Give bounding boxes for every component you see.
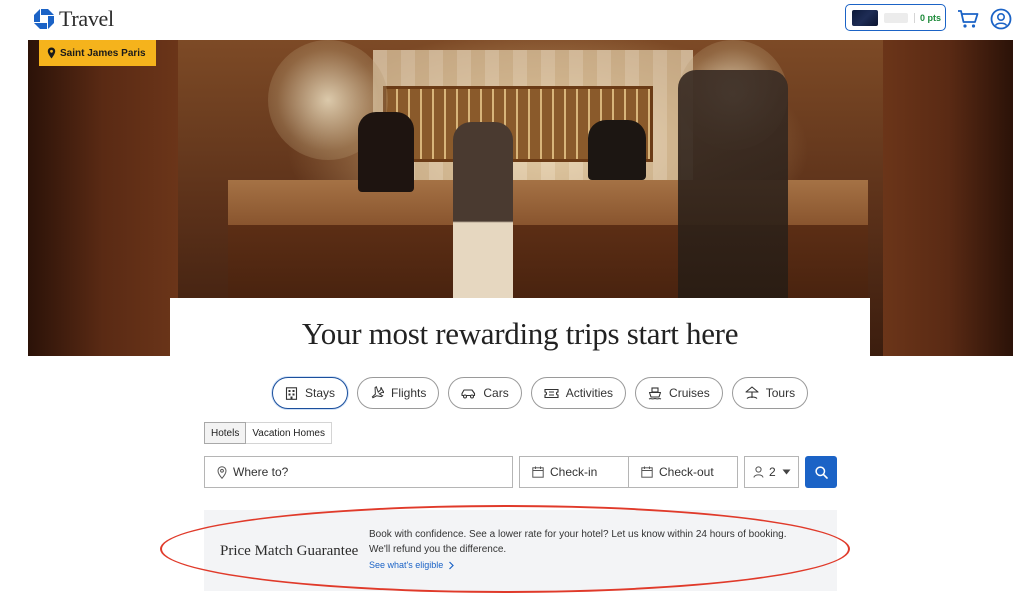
top-header: Travel 0 pts — [0, 0, 1024, 38]
location-name: Saint James Paris — [60, 47, 146, 59]
calendar-icon — [532, 466, 544, 478]
tab-activities[interactable]: Activities — [530, 377, 627, 409]
map-pin-icon — [47, 47, 56, 59]
hero-person-2 — [453, 122, 513, 302]
destination-field[interactable]: Where to? — [204, 456, 513, 488]
card-thumbnail — [852, 9, 878, 26]
ticket-icon — [544, 388, 559, 398]
tab-label: Flights — [391, 386, 427, 400]
tab-cars[interactable]: Cars — [448, 377, 522, 409]
travel-home-page: Travel 0 pts Saint James Paris Your most… — [0, 0, 1024, 597]
hero-wood-panel-right — [883, 40, 1013, 356]
tab-label: Tours — [765, 386, 796, 400]
caret-down-icon — [782, 469, 791, 475]
points-value: 0 pts — [914, 12, 941, 23]
ship-icon — [648, 386, 662, 399]
hero-person-1 — [358, 112, 414, 192]
cart-button[interactable] — [957, 8, 979, 30]
tour-icon — [745, 386, 759, 399]
guests-selector[interactable]: 2 — [744, 456, 799, 488]
guests-count: 2 — [769, 465, 776, 479]
subtab-hotels[interactable]: Hotels — [204, 422, 247, 444]
page-headline: Your most rewarding trips start here — [301, 316, 739, 351]
calendar-icon — [641, 466, 653, 478]
see-eligible-link[interactable]: See what's eligible — [369, 560, 455, 570]
map-pin-icon — [217, 465, 227, 479]
account-icon — [990, 8, 1012, 30]
location-tag: Saint James Paris — [39, 40, 156, 66]
tab-label: Stays — [305, 386, 336, 400]
search-icon — [814, 465, 828, 479]
headline-card: Your most rewarding trips start here — [170, 298, 870, 360]
brand[interactable]: Travel — [33, 6, 114, 32]
price-match-banner: Price Match Guarantee Book with confiden… — [204, 510, 837, 591]
tab-tours[interactable]: Tours — [731, 377, 809, 409]
person-icon — [753, 466, 764, 478]
tab-label: Activities — [565, 386, 614, 400]
tab-flights[interactable]: Flights — [357, 377, 440, 409]
account-button[interactable] — [990, 8, 1012, 30]
tab-cruises[interactable]: Cruises — [635, 377, 723, 409]
tab-label: Cars — [483, 386, 509, 400]
subtab-vacation-homes[interactable]: Vacation Homes — [246, 422, 332, 444]
chase-logo-icon — [34, 9, 54, 29]
checkin-field[interactable]: Check-in — [519, 456, 629, 488]
destination-input[interactable]: Where to? — [233, 465, 288, 479]
card-name-redacted — [884, 12, 908, 23]
product-tabs: Stays Flights Cars Activities Cruises To… — [272, 377, 817, 411]
checkin-label: Check-in — [550, 465, 598, 479]
chevron-right-icon — [449, 561, 455, 569]
checkout-field[interactable]: Check-out — [628, 456, 738, 488]
tab-stays[interactable]: Stays — [272, 377, 349, 409]
hotel-icon — [285, 386, 298, 400]
brand-name: Travel — [59, 6, 114, 31]
see-eligible-label: See what's eligible — [369, 560, 444, 570]
plane-icon — [371, 386, 385, 399]
points-balance[interactable]: 0 pts — [845, 4, 946, 31]
cart-icon — [958, 10, 979, 28]
price-match-title: Price Match Guarantee — [220, 543, 359, 559]
car-icon — [461, 388, 476, 398]
tab-label: Cruises — [669, 386, 710, 400]
hero-wood-panel-left — [28, 40, 178, 356]
stay-type-tabs: Hotels Vacation Homes — [204, 422, 332, 444]
price-match-text: Book with confidence. See a lower rate f… — [369, 529, 787, 555]
search-button[interactable] — [805, 456, 837, 488]
checkout-label: Check-out — [659, 465, 714, 479]
hero-person-3 — [588, 120, 646, 180]
